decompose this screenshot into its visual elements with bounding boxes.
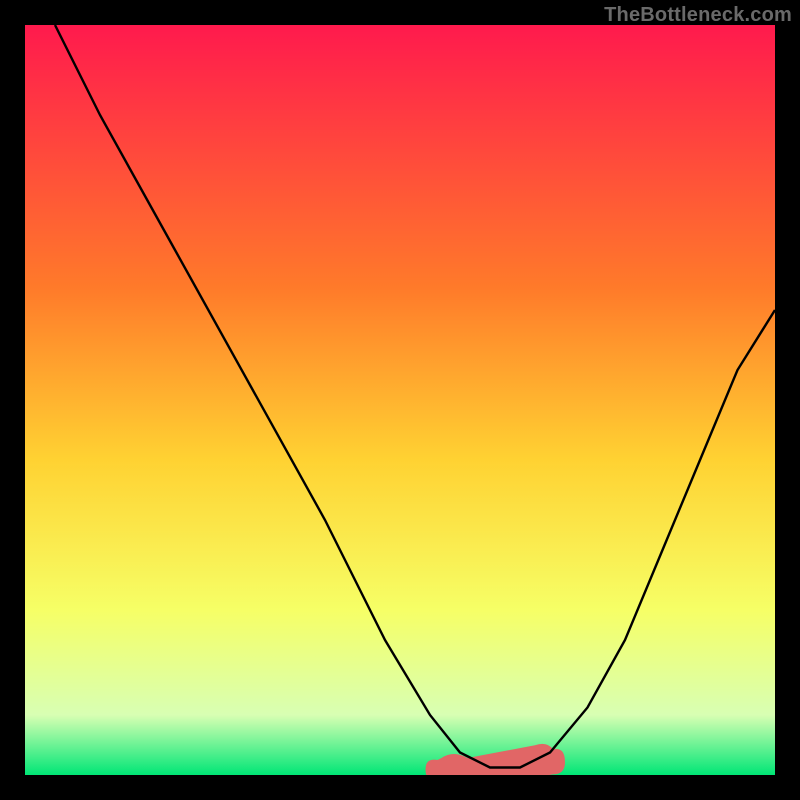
chart-stage: TheBottleneck.com	[0, 0, 800, 800]
chart-plot-area	[25, 25, 775, 775]
attribution-watermark: TheBottleneck.com	[604, 4, 792, 27]
gradient-background	[25, 25, 775, 775]
chart-svg	[25, 25, 775, 775]
